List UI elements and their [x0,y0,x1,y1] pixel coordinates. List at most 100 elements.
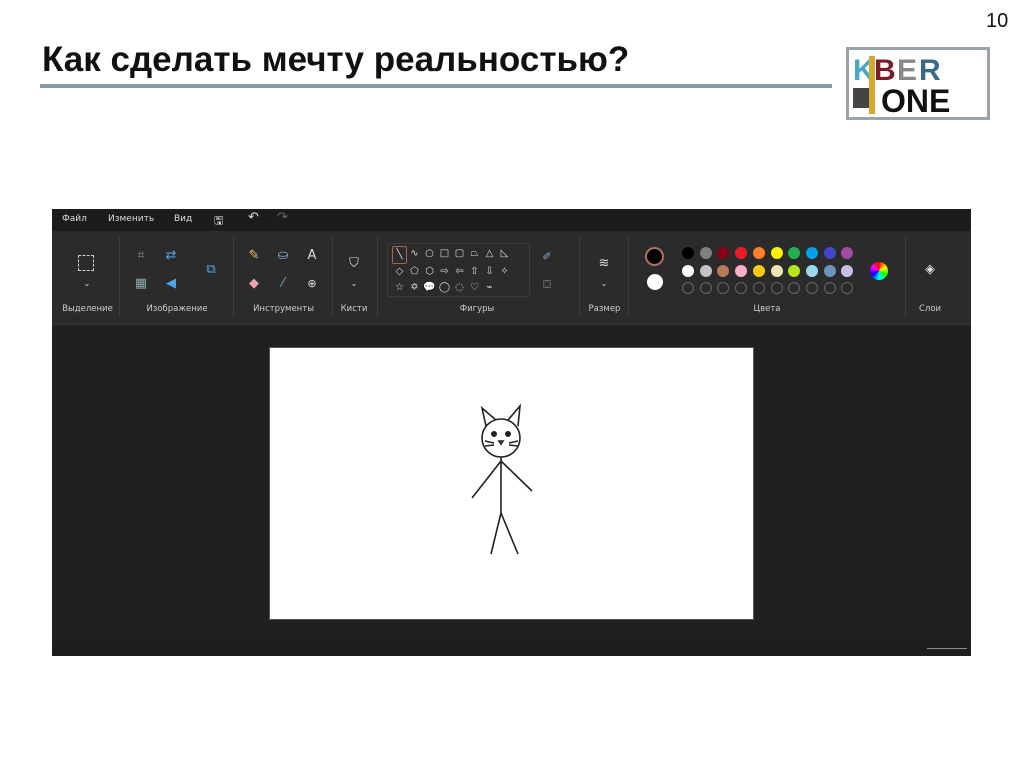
color-swatch[interactable] [770,264,783,277]
menu-file[interactable]: Файл [62,214,87,224]
color-swatch[interactable] [841,264,854,277]
shape-item[interactable]: ◺ [497,246,512,264]
magnifier-icon[interactable]: ⊕ [303,275,321,293]
size-icon[interactable]: ≋ [595,255,613,273]
primary-color[interactable] [645,247,664,266]
pencil-icon[interactable]: ✎ [245,247,263,265]
text-icon[interactable]: A [303,247,321,265]
group-label-colors: Цвета [753,304,781,314]
color-swatch[interactable] [735,264,748,277]
custom-color-slot[interactable] [752,282,765,294]
color-swatch[interactable] [788,247,801,259]
color-swatch[interactable] [682,264,694,277]
menu-view[interactable]: Вид [174,214,192,224]
chevron-down-icon[interactable]: ⌄ [595,275,613,293]
shape-item[interactable]: ⌁ [482,280,497,296]
shape-item[interactable]: ⬠ [407,264,422,280]
group-label-shapes: Фигуры [459,304,495,314]
select-all-icon[interactable]: ▦ [132,275,150,293]
divider [628,237,629,317]
secondary-color[interactable] [647,274,663,290]
color-swatch[interactable] [841,247,854,259]
group-label-selection: Выделение [62,304,113,314]
menu-bar: Файл Изменить Вид 🖫 ↶ ↷ [52,209,971,231]
color-swatch[interactable] [805,247,818,259]
shape-item[interactable]: ╲ [392,246,407,264]
shape-item[interactable]: ⬡ [422,264,437,280]
shape-item[interactable]: □ [437,246,452,264]
shape-item[interactable]: ✧ [497,264,512,280]
custom-color-slot[interactable] [770,282,783,294]
rotate-icon[interactable]: ⇄ [162,247,180,265]
group-label-brushes: Кисти [340,304,368,314]
color-swatch[interactable] [788,264,801,277]
color-swatch[interactable] [717,264,730,277]
shape-item[interactable]: △ [482,246,497,264]
shape-item[interactable]: ◌ [452,280,467,296]
svg-text:ONE: ONE [881,83,950,117]
shape-item[interactable]: ⇧ [467,264,482,280]
undo-icon[interactable]: ↶ [248,210,259,225]
shape-item[interactable]: ⏢ [467,246,482,264]
color-swatch[interactable] [770,247,783,259]
shape-fill-icon[interactable]: ⛋ [538,276,556,294]
ribbon: ⌄ Выделение ⌗ ⇄ ▦ ◀ ⧉ Изображение ✎ ⛀ A … [52,231,971,325]
color-picker-icon[interactable]: ⁄ [274,275,292,293]
layers-icon[interactable]: ◈ [921,261,939,279]
color-swatch[interactable] [752,247,765,259]
shape-item[interactable]: ☆ [392,280,407,296]
group-label-layers: Слои [918,304,942,314]
divider [233,237,234,317]
shape-item[interactable]: ○ [422,246,437,264]
custom-color-slot[interactable] [735,282,748,294]
custom-color-slot[interactable] [682,282,694,294]
slide-title: Как сделать мечту реальностью? [42,40,630,79]
drawing-canvas[interactable] [269,347,754,620]
group-label-tools: Инструменты [253,304,314,314]
shape-item[interactable]: ⇦ [452,264,467,280]
color-swatch[interactable] [682,247,694,259]
shape-item[interactable]: ⇩ [482,264,497,280]
shapes-gallery: ╲ ∿ ○ □ ▢ ⏢ △ ◺ ◇ ⬠ ⬡ ⇨ ⇦ ⇧ ⇩ ✧ ☆ ✡ 💬 ◯ ◌ ♡ ⌁ [387,243,530,297]
brush-icon[interactable]: ⛉ [345,255,363,273]
shape-item[interactable]: ▢ [452,246,467,264]
custom-color-slot[interactable] [841,282,854,294]
chevron-down-icon[interactable]: ⌄ [78,275,96,293]
shape-item[interactable]: ◯ [437,280,452,296]
redo-icon[interactable]: ↷ [277,210,288,225]
custom-color-slot[interactable] [699,282,712,294]
kiber-one-logo: K B E R ONE [846,47,990,120]
edit-colors-icon[interactable] [870,262,888,280]
shape-item[interactable]: ✡ [407,280,422,296]
fill-icon[interactable]: ⛀ [274,247,292,265]
custom-color-slot[interactable] [788,282,801,294]
shape-item[interactable]: ∿ [407,246,422,264]
title-underline [40,84,832,88]
color-swatch[interactable] [699,264,712,277]
color-swatch[interactable] [823,264,836,277]
color-swatch[interactable] [752,264,765,277]
chevron-down-icon[interactable]: ⌄ [345,275,363,293]
select-icon[interactable] [78,255,94,271]
custom-color-slot[interactable] [823,282,836,294]
color-swatch[interactable] [699,247,712,259]
shape-item[interactable]: ⇨ [437,264,452,280]
zoom-slider[interactable] [927,648,967,649]
menu-edit[interactable]: Изменить [108,214,154,224]
color-swatch[interactable] [735,247,748,259]
resize-icon[interactable]: ⧉ [202,261,220,279]
shape-item[interactable]: ♡ [467,280,482,296]
divider [579,237,580,317]
shape-item[interactable]: ◇ [392,264,407,280]
custom-color-slot[interactable] [805,282,818,294]
save-icon[interactable]: 🖫 [214,212,223,231]
custom-color-slot[interactable] [717,282,730,294]
outline-icon[interactable]: ✐ [538,248,556,266]
shape-item[interactable]: 💬 [422,280,437,296]
eraser-icon[interactable]: ◆ [245,275,263,293]
color-swatch[interactable] [805,264,818,277]
flip-icon[interactable]: ◀ [162,275,180,293]
color-swatch[interactable] [717,247,730,259]
crop-icon[interactable]: ⌗ [132,247,150,265]
color-swatch[interactable] [823,247,836,259]
